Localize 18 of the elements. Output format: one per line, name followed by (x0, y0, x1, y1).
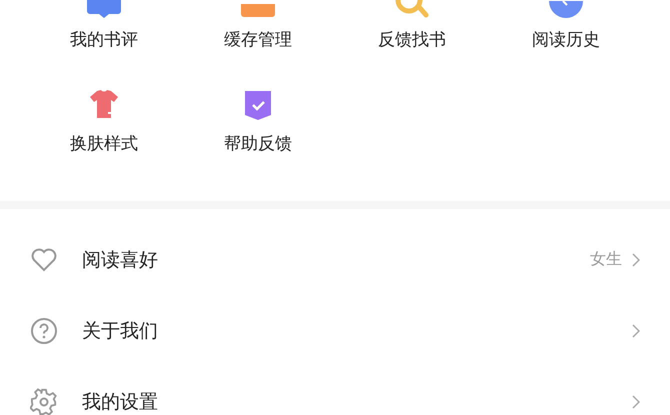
shortcut-label[interactable]: 反馈找书 (378, 28, 446, 52)
settings-icon (30, 388, 58, 415)
shortcut-label[interactable]: 帮助反馈 (224, 132, 292, 156)
chevron-right-icon (632, 394, 640, 408)
shortcut-label[interactable]: 我的书评 (70, 28, 138, 52)
menu-item-label[interactable]: 关于我们 (82, 318, 632, 344)
menu-item-label[interactable]: 阅读喜好 (82, 246, 590, 272)
shortcut-label[interactable]: 换肤样式 (70, 132, 138, 156)
heart-icon (30, 246, 58, 274)
chevron-right-icon (632, 324, 640, 338)
menu-item-value: 女生 (590, 249, 622, 270)
magnifier-icon (395, 0, 429, 18)
chevron-right-icon (632, 252, 640, 266)
shortcut-label[interactable]: 阅读历史 (532, 28, 600, 52)
menu-item-label[interactable]: 我的设置 (82, 388, 632, 414)
shortcut-label[interactable]: 缓存管理 (224, 28, 292, 52)
chat-bubble-icon (87, 0, 121, 18)
help-icon (30, 316, 58, 344)
